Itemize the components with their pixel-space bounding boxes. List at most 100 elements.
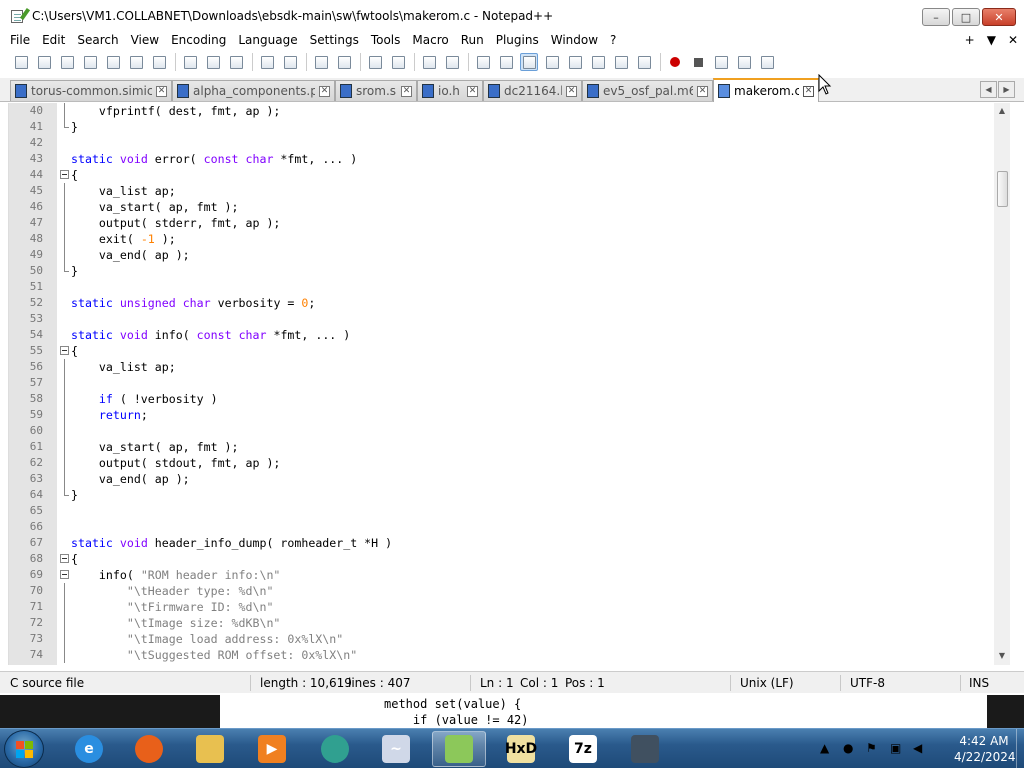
code-line[interactable]: "\tImage size: %dKB\n" [71,615,998,631]
find-icon[interactable] [312,53,330,71]
taskbar-7zip[interactable]: 7z [556,731,610,767]
code-line[interactable]: vfprintf( dest, fmt, ap ); [71,103,998,119]
code-line[interactable]: va_start( ap, fmt ); [71,439,998,455]
undo-icon[interactable] [258,53,276,71]
code-line[interactable]: "\tFirmware ID: %d\n" [71,599,998,615]
code-line[interactable]: static void header_info_dump( romheader_… [71,535,998,551]
status-eol[interactable]: Unix (LF) [740,676,794,690]
tab-close-icon[interactable]: ✕ [401,85,412,97]
show-hidden-icon[interactable]: ▲ [820,741,829,755]
tab-scroll-left-button[interactable]: ◀ [980,81,997,98]
tab-list-button[interactable]: ▼ [987,32,996,48]
code-editor[interactable]: 40 41 42 43 44 45 46 47 48 49 50 51 52 53 54 55 56 57 58 59… [8,103,1014,665]
code-line[interactable]: "\tHeader type: %d\n" [71,583,998,599]
stop-macro-icon[interactable] [689,53,707,71]
taskbar-file-explorer[interactable] [183,731,237,767]
start-button[interactable] [4,730,44,768]
tab-alpha-components-py[interactable]: alpha_components.py ✕ [172,80,335,101]
code-line[interactable]: } [71,119,998,135]
open-file-icon[interactable] [35,53,53,71]
flag-icon[interactable]: ⚑ [866,741,877,755]
tab-makerom-c[interactable]: makerom.c ✕ [713,78,819,102]
menu-search[interactable]: Search [71,32,124,48]
show-desktop-button[interactable] [1016,729,1024,768]
code-line[interactable] [71,311,998,327]
menu-encoding[interactable]: Encoding [165,32,232,48]
user-lang-icon[interactable] [543,53,561,71]
code-line[interactable] [71,279,998,295]
zoom-out-icon[interactable] [389,53,407,71]
tab-close-icon[interactable]: ✕ [697,85,708,97]
close-button[interactable]: ✕ [982,8,1016,26]
code-line[interactable]: static void info( const char *fmt, ... ) [71,327,998,343]
taskbar-internet-explorer[interactable]: e [62,731,116,767]
status-encoding[interactable]: UTF-8 [850,676,885,690]
network-app-icon[interactable]: ● [843,741,853,755]
close-document-button[interactable]: ✕ [1008,32,1018,48]
code-line[interactable] [71,135,998,151]
network-icon[interactable]: ▣ [890,741,901,755]
vertical-scrollbar[interactable]: ▲ ▼ [994,103,1010,665]
taskbar-notepad-plus-plus[interactable] [432,731,486,767]
code-line[interactable] [71,423,998,439]
menu-file[interactable]: File [0,32,36,48]
menu-window[interactable]: Window [545,32,604,48]
minimize-button[interactable]: – [922,8,950,26]
tab-close-icon[interactable]: ✕ [803,85,814,97]
close-icon[interactable] [104,53,122,71]
play-macro-icon[interactable] [712,53,730,71]
code-line[interactable]: } [71,487,998,503]
code-line[interactable]: va_end( ap ); [71,471,998,487]
maximize-button[interactable]: □ [952,8,980,26]
code-line[interactable]: static void error( const char *fmt, ... … [71,151,998,167]
menu-tools[interactable]: Tools [365,32,407,48]
code-line[interactable]: exit( -1 ); [71,231,998,247]
copy-icon[interactable] [204,53,222,71]
code-line[interactable]: "\tImage load address: 0x%lX\n" [71,631,998,647]
code-line[interactable]: { [71,551,998,567]
code-line[interactable]: if ( !verbosity ) [71,391,998,407]
menu-language[interactable]: Language [232,32,303,48]
save-macro-icon[interactable] [758,53,776,71]
volume-icon[interactable]: ◀ [913,741,922,755]
code-line[interactable]: static unsigned char verbosity = 0; [71,295,998,311]
menu-edit[interactable]: Edit [36,32,71,48]
new-tab-button[interactable]: + [965,32,975,48]
background-window[interactable]: method set(value) { if (value != 42) [220,695,987,728]
tab-close-icon[interactable]: ✕ [467,85,478,97]
menu-view[interactable]: View [125,32,165,48]
code-line[interactable]: output( stderr, fmt, ap ); [71,215,998,231]
scroll-up-arrow[interactable]: ▲ [997,106,1007,116]
fold-toggle-icon[interactable] [60,167,69,183]
menu-help[interactable]: ? [604,32,622,48]
save-icon[interactable] [58,53,76,71]
paste-icon[interactable] [227,53,245,71]
menu-settings[interactable]: Settings [304,32,365,48]
code-line[interactable]: { [71,343,998,359]
indent-guide-icon[interactable] [520,53,538,71]
taskbar-firefox[interactable] [122,731,176,767]
code-line[interactable] [71,503,998,519]
replace-icon[interactable] [335,53,353,71]
code-line[interactable]: va_start( ap, fmt ); [71,199,998,215]
taskbar-app-wave[interactable]: ~ [369,731,423,767]
fold-toggle-icon[interactable] [60,551,69,567]
fold-toggle-icon[interactable] [60,567,69,583]
redo-icon[interactable] [281,53,299,71]
tab-ev5-osf-pal-m64[interactable]: ev5_osf_pal.m64 ✕ [582,80,713,101]
code-line[interactable]: va_end( ap ); [71,247,998,263]
code-line[interactable] [71,375,998,391]
tab-torus-common-simics[interactable]: torus-common.simics ✕ [10,80,172,101]
clock[interactable]: 4:42 AM 4/22/2024 [954,733,1016,765]
tab-io-h[interactable]: io.h ✕ [417,80,483,101]
zoom-in-icon[interactable] [366,53,384,71]
fold-toggle-icon[interactable] [60,343,69,359]
code-line[interactable]: va_list ap; [71,359,998,375]
sync-vertical-icon[interactable] [420,53,438,71]
show-all-chars-icon[interactable] [497,53,515,71]
close-all-icon[interactable] [127,53,145,71]
menu-plugins[interactable]: Plugins [490,32,545,48]
folder-workspace-icon[interactable] [612,53,630,71]
status-insert-mode[interactable]: INS [969,676,989,690]
tab-srom-s[interactable]: srom.s ✕ [335,80,417,101]
